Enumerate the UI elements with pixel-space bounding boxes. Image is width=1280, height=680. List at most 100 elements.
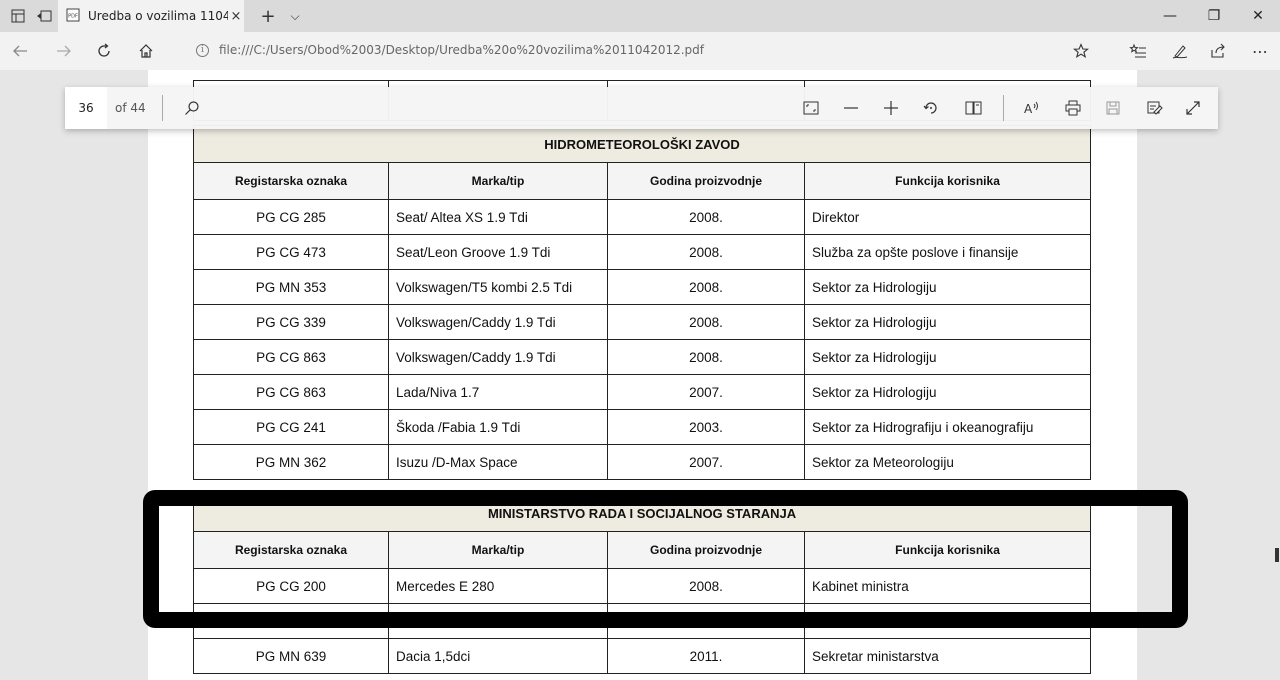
tab-close-button[interactable]: × — [228, 9, 244, 24]
scrollbar-handle[interactable] — [1275, 548, 1279, 562]
table-row: PG CG 200 Mercedes E 280 2008. Kabinet mini… — [193, 568, 1092, 604]
mark-cell: Lada/Niva 1.7 — [388, 374, 608, 410]
year-cell: 2008. — [607, 269, 805, 305]
mark-cell: Volkswagen/Caddy 1.9 Tdi — [388, 304, 608, 340]
column-header: Godina proizvodnje — [607, 531, 805, 569]
save-icon[interactable] — [1103, 98, 1123, 118]
tab-active[interactable]: PDF Uredba o vozilima 1104 × — [58, 0, 244, 32]
share-icon[interactable] — [1208, 41, 1228, 61]
home-icon[interactable] — [136, 41, 156, 61]
reg-cell: PG CG 863 — [193, 374, 389, 410]
column-header: Godina proizvodnje — [607, 162, 805, 200]
function-cell: Sektor za Hidrografiju i okeanografiju — [803, 409, 1092, 445]
svg-text:PDF: PDF — [68, 13, 78, 19]
table-row: PG CG 863 Volkswagen/Caddy 1.9 Tdi 2008. Se… — [193, 339, 1092, 375]
function-cell: Sektor za Hidrologiju — [803, 339, 1092, 375]
section-table-ministarstvo-rada: MINISTARSTVO RADA I SOCIJALNOG STARANJA … — [192, 494, 1092, 674]
year-cell: 2008. — [607, 234, 805, 270]
function-cell: Sektor za Hidrologiju — [803, 269, 1092, 305]
table-row: PG CG 030 Renault Koleos 2010. Kabinet mini… — [193, 603, 1092, 639]
new-tab-button[interactable]: + — [258, 6, 278, 27]
reg-cell: PG CG 473 — [193, 234, 389, 270]
mark-cell: Škoda /Fabia 1.9 Tdi — [388, 409, 608, 445]
year-cell: 2007. — [607, 444, 805, 480]
close-window-button[interactable]: ✕ — [1236, 0, 1280, 32]
table-row: PG CG 241 Škoda /Fabia 1.9 Tdi 2003. Sektor… — [193, 409, 1092, 445]
section-title: MINISTARSTVO RADA I SOCIJALNOG STARANJA — [192, 494, 1092, 532]
column-header: Funkcija korisnika — [803, 531, 1092, 569]
column-header-row: Registarska oznaka Marka/tip Godina proi… — [193, 162, 1092, 200]
reg-cell: PG CG 285 — [193, 199, 389, 235]
rotate-icon[interactable] — [921, 98, 941, 118]
fit-to-page-icon[interactable] — [801, 98, 821, 118]
info-icon[interactable]: i — [196, 44, 209, 57]
function-cell: Sektor za Meteorologiju — [803, 444, 1092, 480]
reg-cell: PG CG 030 — [193, 603, 389, 639]
minimize-button[interactable]: — — [1148, 0, 1192, 32]
function-cell: Kabinet ministra — [803, 603, 1092, 639]
print-icon[interactable] — [1063, 98, 1083, 118]
favorite-star-icon[interactable] — [1071, 41, 1091, 61]
svg-text:A: A — [1024, 102, 1033, 116]
page-number-input[interactable]: 36 — [65, 87, 107, 129]
function-cell: Sektor za Hidrologiju — [803, 304, 1092, 340]
tab-title: Uredba o vozilima 1104 — [88, 9, 228, 23]
pdf-file-icon: PDF — [66, 8, 80, 25]
pdf-viewer: HIDROMETEOROLOŠKI ZAVOD Registarska ozna… — [0, 70, 1280, 680]
reg-cell: PG CG 339 — [193, 304, 389, 340]
reg-cell: PG CG 200 — [193, 568, 389, 604]
read-aloud-icon[interactable]: A — [1022, 98, 1042, 118]
mark-cell: Renault Koleos — [388, 603, 608, 639]
back-icon[interactable] — [10, 41, 30, 61]
zoom-out-icon[interactable] — [841, 98, 861, 118]
year-cell: 2008. — [607, 339, 805, 375]
mark-cell: Volkswagen/T5 kombi 2.5 Tdi — [388, 269, 608, 305]
year-cell: 2008. — [607, 304, 805, 340]
tab-list-button[interactable]: ⌵ — [285, 6, 305, 26]
column-header: Registarska oznaka — [193, 531, 389, 569]
column-header: Funkcija korisnika — [803, 162, 1092, 200]
year-cell: 2008. — [607, 199, 805, 235]
zoom-in-icon[interactable] — [881, 98, 901, 118]
restore-button[interactable]: ❐ — [1192, 0, 1236, 32]
tab-actions-icon[interactable] — [8, 6, 28, 26]
page-layout-icon[interactable] — [964, 98, 984, 118]
table-row: PG MN 639 Dacia 1,5dci 2011. Sekretar minis… — [193, 638, 1092, 674]
pen-notes-icon[interactable] — [1170, 41, 1190, 61]
title-bar: PDF Uredba o vozilima 1104 × + ⌵ — ❐ ✕ — [0, 0, 1280, 32]
reg-cell: PG MN 353 — [193, 269, 389, 305]
table-row: PG CG 285 Seat/ Altea XS 1.9 Tdi 2008. Dire… — [193, 199, 1092, 235]
table-row: PG MN 362 Isuzu /D-Max Space 2007. Sektor z… — [193, 444, 1092, 480]
set-tabs-aside-icon[interactable] — [34, 6, 54, 26]
table-row: PG CG 863 Lada/Niva 1.7 2007. Sektor za Hid… — [193, 374, 1092, 410]
mark-cell: Isuzu /D-Max Space — [388, 444, 608, 480]
navigation-bar: i file:///C:/Users/Obod%2003/Desktop/Ure… — [0, 32, 1280, 70]
year-cell: 2010. — [607, 603, 805, 639]
section-title: HIDROMETEOROLOŠKI ZAVOD — [192, 125, 1092, 163]
year-cell: 2008. — [607, 568, 805, 604]
mark-cell: Seat/ Altea XS 1.9 Tdi — [388, 199, 608, 235]
function-cell: Služba za opšte poslove i finansije — [803, 234, 1092, 270]
year-cell: 2007. — [607, 374, 805, 410]
reg-cell: PG CG 863 — [193, 339, 389, 375]
function-cell: Direktor — [803, 199, 1092, 235]
more-options-icon[interactable]: ⋯ — [1250, 41, 1270, 61]
year-cell: 2003. — [607, 409, 805, 445]
toolbar-divider — [162, 95, 163, 121]
forward-icon[interactable] — [54, 41, 74, 61]
reg-cell: PG CG 241 — [193, 409, 389, 445]
address-url[interactable]: file:///C:/Users/Obod%2003/Desktop/Uredb… — [219, 43, 704, 57]
page-count: of 44 — [115, 101, 146, 115]
fullscreen-icon[interactable] — [1183, 98, 1203, 118]
year-cell: 2011. — [607, 638, 805, 674]
favorites-list-icon[interactable] — [1128, 41, 1148, 61]
function-cell: Kabinet ministra — [803, 568, 1092, 604]
column-header-row: Registarska oznaka Marka/tip Godina proi… — [193, 531, 1092, 569]
refresh-icon[interactable] — [94, 41, 114, 61]
mark-cell: Mercedes E 280 — [388, 568, 608, 604]
search-icon[interactable] — [182, 98, 202, 118]
reg-cell: PG MN 362 — [193, 444, 389, 480]
mark-cell: Dacia 1,5dci — [388, 638, 608, 674]
save-as-icon[interactable] — [1145, 98, 1165, 118]
table-row: PG CG 339 Volkswagen/Caddy 1.9 Tdi 2008. Se… — [193, 304, 1092, 340]
